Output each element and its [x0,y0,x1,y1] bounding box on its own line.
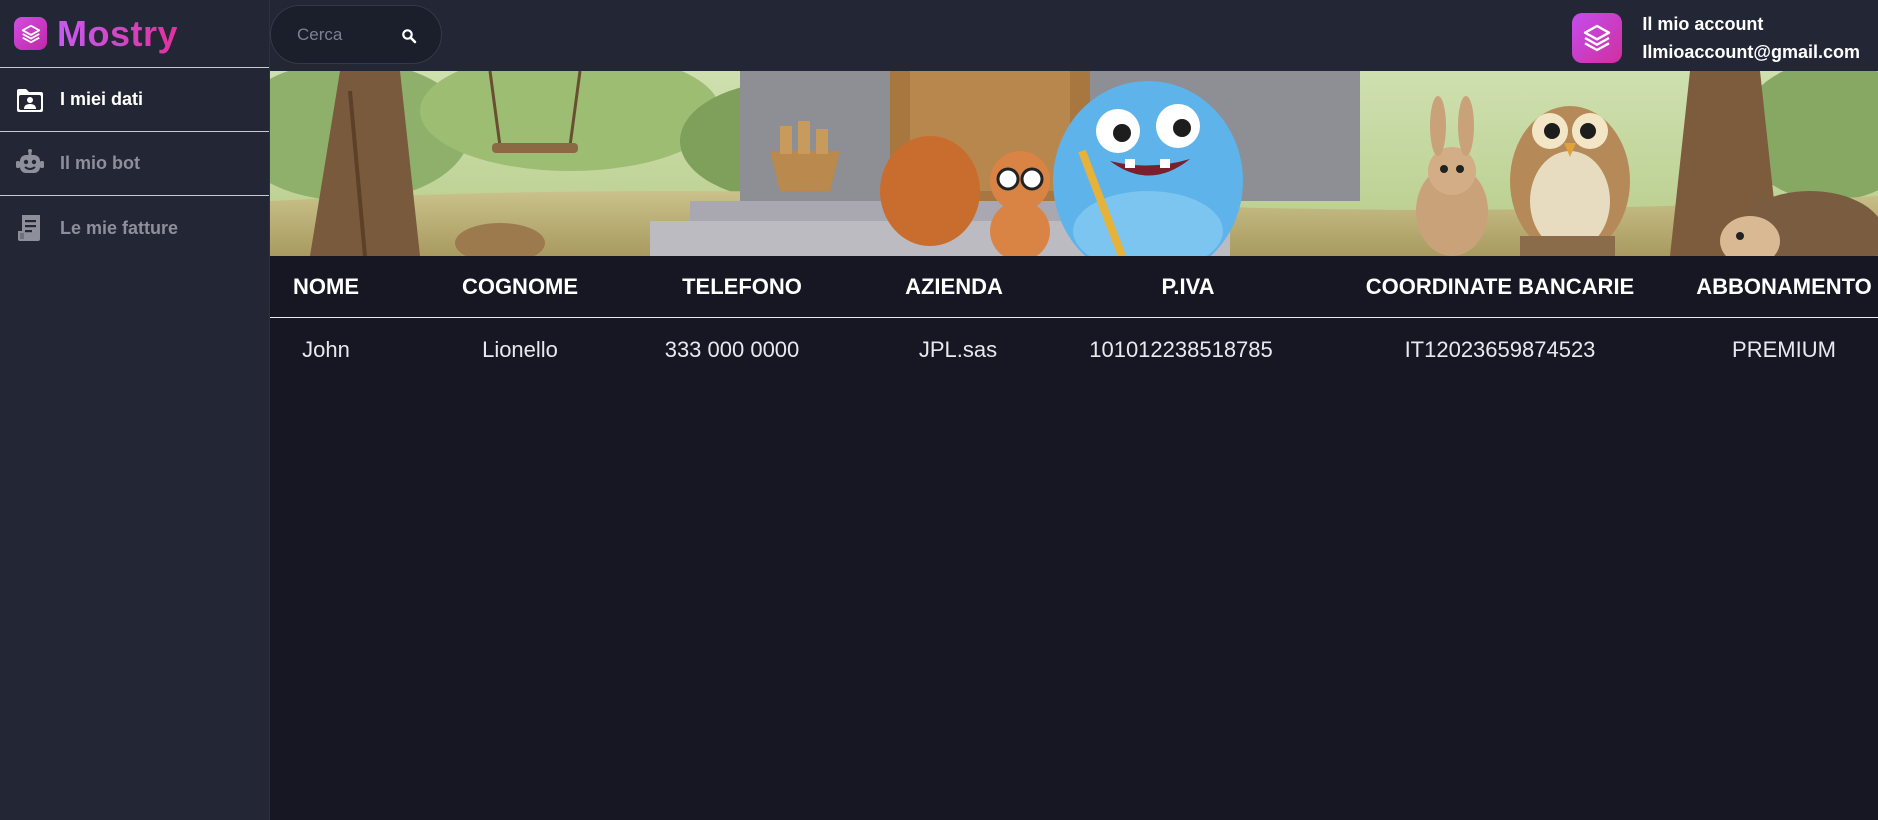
table-header: NOME COGNOME TELEFONO AZIENDA P.IVA COOR… [270,256,1878,318]
cell-piva: 101012238518785 [1089,337,1273,362]
column-header-abbonamento: ABBONAMENTO [1696,274,1872,299]
cell-cognome: Lionello [482,337,558,362]
column-header-coordinate-bancarie: COORDINATE BANCARIE [1365,274,1635,299]
banner-illustration [270,71,1878,256]
column-header-telefono: TELEFONO [682,274,802,299]
cell-coordinate-bancarie: IT12023659874523 [1404,337,1596,362]
cell-telefono: 333 000 0000 [664,337,800,362]
sidebar-item-label: Il mio bot [60,153,140,173]
column-header-cognome: COGNOME [461,274,579,299]
sidebar-item-label: I miei dati [60,89,144,109]
column-header-piva: P.IVA [1161,274,1215,299]
folder-user-icon [14,84,46,116]
top-bar: Il mio account Ilmioaccount@gmail.com [270,0,1878,71]
avatar[interactable] [1572,13,1623,63]
sidebar-item-le-mie-fatture[interactable]: Le mie fatture [0,196,269,260]
account-email: Ilmioaccount@gmail.com [1642,42,1860,62]
column-header-azienda: AZIENDA [905,274,1003,299]
search-icon[interactable] [401,28,417,44]
account-menu[interactable]: Il mio account Ilmioaccount@gmail.com [1572,10,1860,66]
cell-nome: John [302,337,350,362]
search-box[interactable] [270,5,442,64]
brand-name: Mostry [57,12,179,54]
cell-azienda: JPL.sas [918,337,998,362]
data-table: NOME COGNOME TELEFONO AZIENDA P.IVA COOR… [270,256,1878,382]
cell-abbonamento: PREMIUM [1732,337,1836,362]
sidebar: Mostry I miei dati Il mio bot Le mie fat… [0,0,270,820]
account-info: Il mio account Ilmioaccount@gmail.com [1642,10,1860,66]
layers-icon [14,17,47,50]
layers-icon [1581,22,1613,54]
sidebar-item-il-mio-bot[interactable]: Il mio bot [0,132,269,196]
column-header-nome: NOME [293,274,359,299]
robot-icon [14,148,46,180]
brand[interactable]: Mostry [0,0,269,68]
table-row: John Lionello 333 000 0000 JPL.sas 10101… [270,318,1878,382]
sidebar-item-label: Le mie fatture [60,217,179,238]
invoice-icon [14,212,46,244]
search-input[interactable] [295,23,395,46]
account-title: Il mio account [1642,14,1764,34]
sidebar-item-i-miei-dati[interactable]: I miei dati [0,68,269,132]
